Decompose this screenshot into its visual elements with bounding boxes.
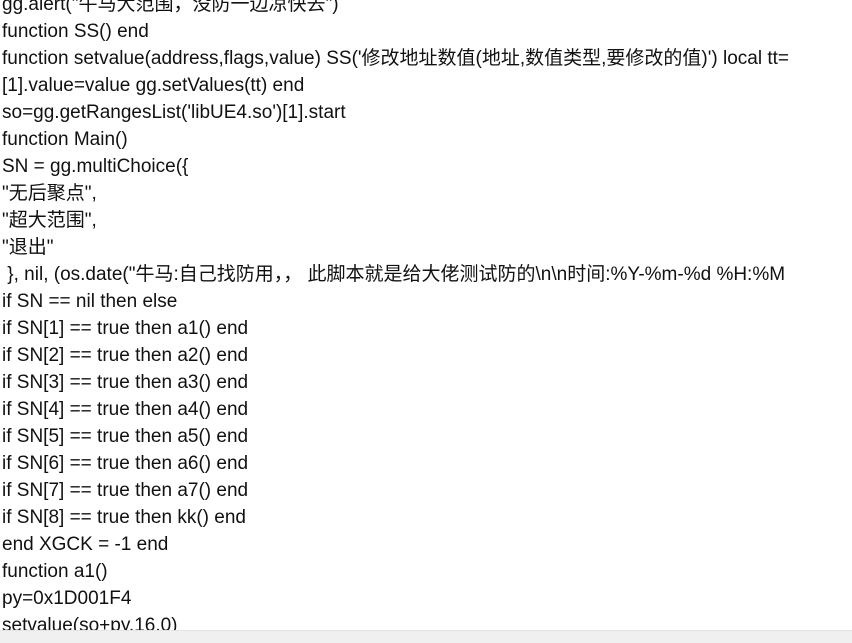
code-line[interactable]: if SN[2] == true then a2() end — [2, 342, 789, 369]
code-line[interactable]: if SN[6] == true then a6() end — [2, 450, 789, 477]
code-line[interactable]: function setvalue(address,flags,value) S… — [2, 45, 789, 72]
code-line[interactable]: so=gg.getRangesList('libUE4.so')[1].star… — [2, 99, 789, 126]
code-line[interactable]: if SN == nil then else — [2, 288, 789, 315]
code-line[interactable]: SN = gg.multiChoice({ — [2, 153, 789, 180]
code-line[interactable]: if SN[3] == true then a3() end — [2, 369, 789, 396]
horizontal-scrollbar[interactable] — [0, 630, 852, 643]
code-line[interactable]: if SN[1] == true then a1() end — [2, 315, 789, 342]
code-line[interactable]: [1].value=value gg.setValues(tt) end — [2, 72, 789, 99]
code-line[interactable]: if SN[5] == true then a5() end — [2, 423, 789, 450]
code-line[interactable]: end XGCK = -1 end — [2, 531, 789, 558]
code-line[interactable]: if SN[4] == true then a4() end — [2, 396, 789, 423]
code-line[interactable]: function Main() — [2, 126, 789, 153]
code-line[interactable]: "退出" — [2, 234, 789, 261]
code-line[interactable]: py=0x1D001F4 — [2, 585, 789, 612]
code-line[interactable]: if SN[8] == true then kk() end — [2, 504, 789, 531]
code-line[interactable]: "无后聚点", — [2, 180, 789, 207]
code-line[interactable]: "超大范围", — [2, 207, 789, 234]
code-line[interactable]: function a1() — [2, 558, 789, 585]
code-line[interactable]: gg.alert("牛马大范围，没防一边凉快去") — [2, 0, 789, 18]
code-editor[interactable]: gg.alert("牛马大范围，没防一边凉快去") function SS() … — [0, 0, 852, 643]
code-line[interactable]: if SN[7] == true then a7() end — [2, 477, 789, 504]
code-lines: gg.alert("牛马大范围，没防一边凉快去") function SS() … — [2, 0, 789, 639]
code-line[interactable]: function SS() end — [2, 18, 789, 45]
code-line[interactable]: }, nil, (os.date("牛马:自己找防用，， 此脚本就是给大佬测试防… — [2, 261, 789, 288]
